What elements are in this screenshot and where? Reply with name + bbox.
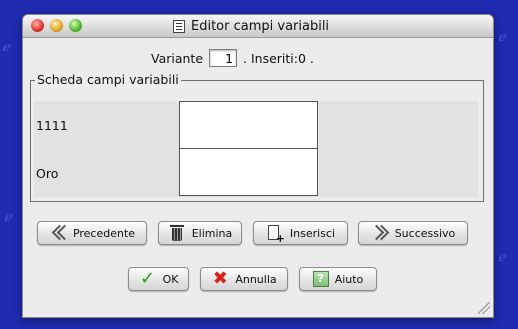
resize-grip[interactable]: [478, 302, 490, 314]
trash-icon: [168, 224, 186, 242]
close-window-button[interactable]: [31, 19, 44, 32]
inseriti-count: . Inseriti:0 .: [243, 50, 314, 66]
next-button-label: Successivo: [394, 226, 456, 240]
document-list-icon: [173, 19, 185, 33]
field-label: 1111: [36, 118, 68, 133]
fields-grid: 1111 Oro: [34, 101, 478, 197]
desktop: { "window": { "title": "Editor campi var…: [0, 0, 518, 329]
zoom-window-button[interactable]: [69, 19, 82, 32]
panel-legend: Scheda campi variabili: [35, 72, 181, 87]
ok-button[interactable]: ✓ OK: [128, 267, 189, 291]
delete-button[interactable]: Elimina: [158, 221, 242, 245]
desktop-decoration: ℯ: [498, 250, 506, 265]
minimize-window-button[interactable]: [50, 19, 63, 32]
insert-document-icon: [266, 224, 285, 245]
ok-button-label: OK: [162, 272, 179, 286]
desktop-decoration: ℯ: [4, 210, 12, 225]
cancel-button-label: Annulla: [235, 272, 277, 286]
field-label: Oro: [36, 166, 59, 181]
insert-button[interactable]: Inserisci: [253, 221, 348, 245]
checkmark-icon: ✓: [140, 268, 156, 289]
help-button[interactable]: ? Aiuto: [299, 267, 377, 291]
variable-fields-panel: Scheda campi variabili 1111 Oro: [30, 72, 484, 202]
help-button-label: Aiuto: [334, 272, 364, 286]
title-bar[interactable]: Editor campi variabili: [23, 15, 493, 38]
variante-row: Variante . Inseriti:0 .: [151, 49, 314, 67]
variante-label: Variante: [151, 50, 204, 66]
field-value-cell[interactable]: [179, 101, 318, 149]
desktop-decoration: ℯ: [498, 30, 506, 45]
double-chevron-right-icon: [371, 224, 389, 242]
variante-input[interactable]: [209, 49, 238, 67]
title-group: Editor campi variabili: [173, 18, 329, 34]
help-icon: ?: [312, 271, 329, 287]
previous-button[interactable]: Precedente: [37, 221, 147, 245]
desktop-decoration: ℯ: [2, 40, 10, 55]
cancel-button[interactable]: ✖ Annulla: [200, 267, 288, 291]
delete-button-label: Elimina: [191, 226, 233, 240]
window-title: Editor campi variabili: [191, 18, 330, 34]
editor-window: Editor campi variabili Variante . Inseri…: [22, 14, 494, 318]
double-chevron-left-icon: [49, 224, 67, 242]
previous-button-label: Precedente: [72, 226, 136, 240]
next-button[interactable]: Successivo: [358, 221, 468, 245]
x-icon: ✖: [212, 268, 228, 289]
field-value-cell[interactable]: [179, 148, 318, 196]
insert-button-label: Inserisci: [289, 226, 336, 240]
